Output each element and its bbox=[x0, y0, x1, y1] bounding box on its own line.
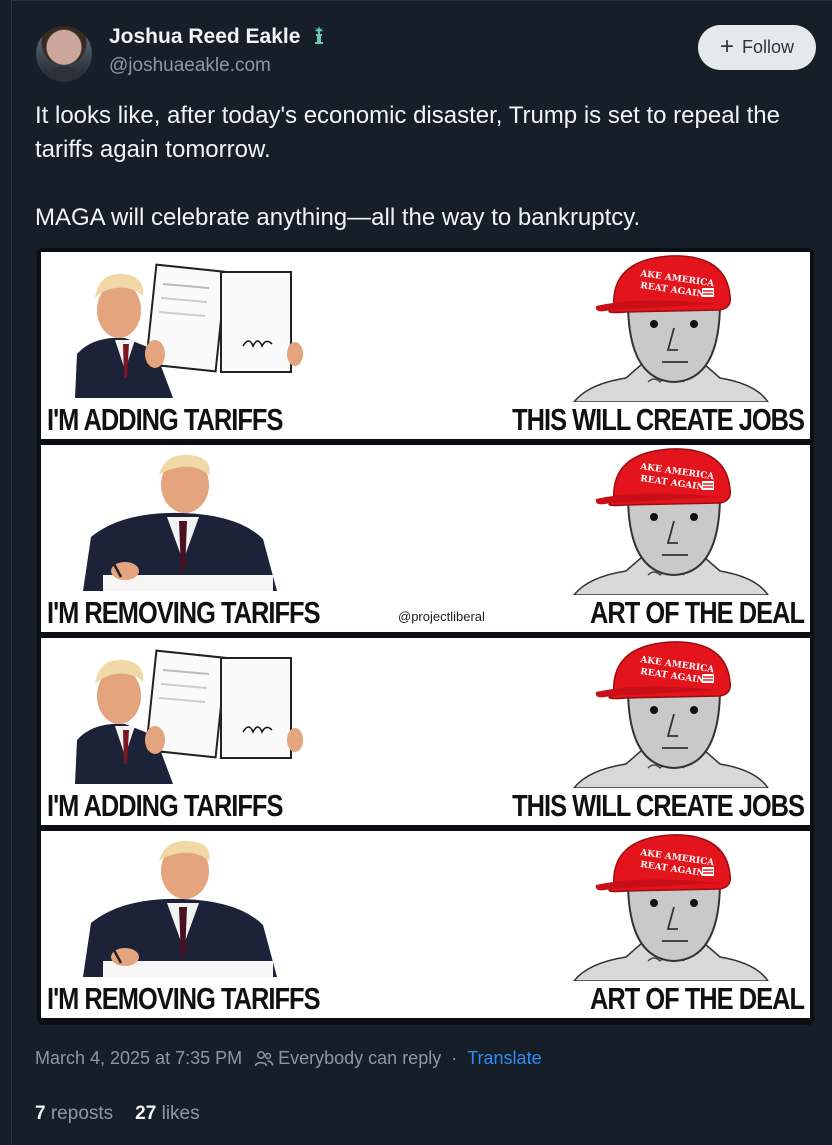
meme-image[interactable]: AKE AMERICA REAT AGAIN I'M ADDING TARIFF… bbox=[37, 248, 814, 1025]
post-text: It looks like, after today's economic di… bbox=[35, 99, 805, 235]
meme-right-caption: THIS WILL CREATE JOBS bbox=[512, 402, 805, 437]
post-meta: March 4, 2025 at 7:35 PM Everybody can r… bbox=[35, 1048, 542, 1069]
avatar-shirt bbox=[44, 66, 84, 82]
follow-button[interactable]: + Follow bbox=[698, 25, 816, 70]
follow-label: Follow bbox=[742, 37, 795, 57]
meta-separator: · bbox=[451, 1048, 458, 1068]
author-display-name[interactable]: Joshua Reed Eakle bbox=[109, 25, 326, 49]
post-paragraph: MAGA will celebrate anything—all the way… bbox=[35, 204, 641, 231]
translate-link[interactable]: Translate bbox=[467, 1048, 541, 1069]
statue-of-liberty-icon bbox=[314, 26, 325, 44]
npc-maga-hat-image: AKE AMERICA REAT AGAIN bbox=[573, 834, 769, 981]
npc-maga-hat-image: AKE AMERICA REAT AGAIN bbox=[573, 448, 769, 595]
meme-panel: AKE AMERICA REAT AGAIN I'M REMOVING TARI… bbox=[41, 445, 810, 632]
author-handle[interactable]: @joshuaeakle.com bbox=[109, 55, 271, 77]
post-card: Joshua Reed Eakle @joshuaeakle.com + Fol… bbox=[11, 0, 832, 1145]
meme-left-caption: I'M ADDING TARIFFS bbox=[47, 402, 283, 437]
likes-stat[interactable]: 27 likes bbox=[135, 1103, 199, 1124]
trump-holding-signed-order-image bbox=[75, 263, 303, 398]
meme-panel: AKE AMERICA REAT AGAIN I'M ADDING TARIFF… bbox=[41, 638, 810, 825]
likes-label: likes bbox=[161, 1103, 200, 1124]
post-paragraph: It looks like, after today's economic di… bbox=[35, 102, 780, 163]
meme-right-caption: THIS WILL CREATE JOBS bbox=[512, 788, 805, 823]
trump-signing-document-image bbox=[83, 840, 277, 977]
people-icon bbox=[254, 1050, 274, 1066]
likes-count: 27 bbox=[135, 1103, 157, 1124]
reposts-label: reposts bbox=[50, 1103, 114, 1124]
meme-right-caption: ART OF THE DEAL bbox=[589, 981, 805, 1016]
reply-setting: Everybody can reply bbox=[278, 1048, 442, 1068]
author-name-text: Joshua Reed Eakle bbox=[109, 25, 301, 48]
npc-maga-hat-image: AKE AMERICA REAT AGAIN bbox=[573, 641, 769, 788]
meme-panel: AKE AMERICA REAT AGAIN I'M ADDING TARIFF… bbox=[41, 252, 810, 439]
reposts-count: 7 bbox=[35, 1103, 46, 1124]
meme-right-caption: ART OF THE DEAL bbox=[589, 595, 805, 630]
post-timestamp[interactable]: March 4, 2025 at 7:35 PM bbox=[35, 1048, 242, 1069]
meme-left-caption: I'M REMOVING TARIFFS bbox=[47, 595, 321, 630]
trump-signing-document-image bbox=[83, 454, 277, 591]
npc-maga-hat-image: AKE AMERICA REAT AGAIN bbox=[573, 255, 769, 402]
author-avatar[interactable] bbox=[36, 26, 92, 82]
meme-panel: AKE AMERICA REAT AGAIN I'M REMOVING TARI… bbox=[41, 831, 810, 1018]
post-stats: 7 reposts 27 likes bbox=[35, 1103, 200, 1125]
plus-icon: + bbox=[719, 32, 734, 60]
trump-holding-signed-order-image bbox=[75, 649, 303, 784]
meme-watermark: @projectliberal bbox=[398, 609, 485, 624]
meme-left-caption: I'M REMOVING TARIFFS bbox=[47, 981, 321, 1016]
meme-left-caption: I'M ADDING TARIFFS bbox=[47, 788, 283, 823]
reposts-stat[interactable]: 7 reposts bbox=[35, 1103, 113, 1124]
